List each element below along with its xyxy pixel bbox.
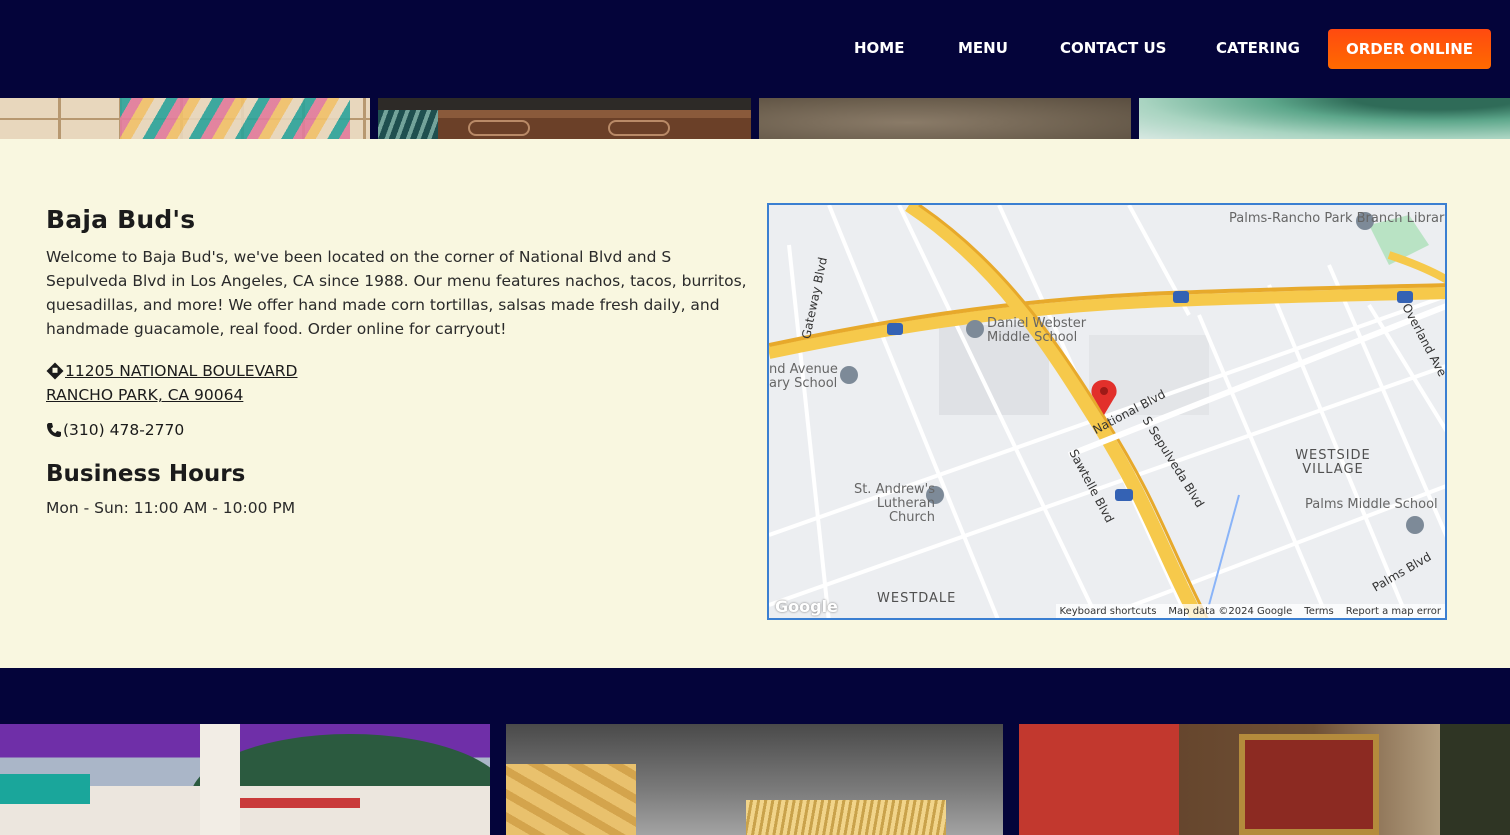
floor-photo: [759, 98, 1131, 139]
bottom-photo-strip: [0, 724, 1510, 835]
mural-photo: [0, 724, 490, 835]
nav-home-link[interactable]: HOME: [854, 39, 904, 57]
map-label-daniel-webster: Daniel Webster Middle School: [987, 316, 1087, 345]
top-photo-strip: [0, 98, 1510, 139]
phone-block: (310) 478-2770: [46, 421, 184, 439]
map-label-avenue-school: nd Avenue ary School: [769, 362, 838, 391]
hours-text: Mon - Sun: 11:00 AM - 10:00 PM: [46, 499, 296, 517]
map-label-westside-village: WESTSIDE VILLAGE: [1295, 448, 1371, 477]
plate-photo: [1139, 98, 1510, 139]
furniture-photo: [378, 98, 751, 139]
keyboard-shortcuts-link[interactable]: Keyboard shortcuts: [1060, 606, 1157, 617]
map-label-westdale: WESTDALE: [877, 591, 957, 606]
site-header: HOME MENU CONTACT US CATERING ORDER ONLI…: [0, 0, 1510, 98]
terms-link[interactable]: Terms: [1304, 606, 1333, 617]
map-data-text: Map data ©2024 Google: [1168, 605, 1293, 617]
nav-menu-link[interactable]: MENU: [958, 39, 1008, 57]
info-section: Baja Bud's Welcome to Baja Bud's, we've …: [0, 139, 1510, 668]
chips-photo: [506, 724, 1003, 835]
map-label-palms-library: Palms-Rancho Park Branch Library: [1229, 211, 1447, 226]
report-error-link[interactable]: Report a map error: [1346, 606, 1441, 617]
map-roads: [769, 205, 1445, 618]
phone-link[interactable]: (310) 478-2770: [63, 421, 184, 439]
location-map[interactable]: Palms-Rancho Park Branch Library Daniel …: [767, 203, 1447, 620]
hours-heading: Business Hours: [46, 461, 246, 487]
nav-catering-link[interactable]: CATERING: [1216, 39, 1300, 57]
google-logo: Google: [775, 597, 838, 616]
order-online-button[interactable]: ORDER ONLINE: [1328, 29, 1491, 69]
address-link-line2[interactable]: RANCHO PARK, CA 90064: [46, 386, 243, 404]
bottom-band: [0, 668, 1510, 724]
business-description: Welcome to Baja Bud's, we've been locate…: [46, 248, 747, 338]
phone-icon: [47, 423, 61, 437]
nav-contact-link[interactable]: CONTACT US: [1060, 39, 1166, 57]
address-block: 11205 NATIONAL BOULEVARD RANCHO PARK, CA…: [46, 359, 298, 407]
map-footer: Keyboard shortcuts Map data ©2024 Google…: [1055, 604, 1445, 618]
map-label-st-andrews: St. Andrew's Lutheran Church: [853, 482, 935, 525]
map-label-palms-middle: Palms Middle School: [1305, 497, 1438, 512]
address-link-line1[interactable]: 11205 NATIONAL BOULEVARD: [65, 362, 298, 380]
business-name: Baja Bud's: [46, 205, 196, 234]
signs-photo: [1019, 724, 1510, 835]
tile-photo: [0, 98, 370, 139]
directions-icon: [46, 362, 64, 380]
